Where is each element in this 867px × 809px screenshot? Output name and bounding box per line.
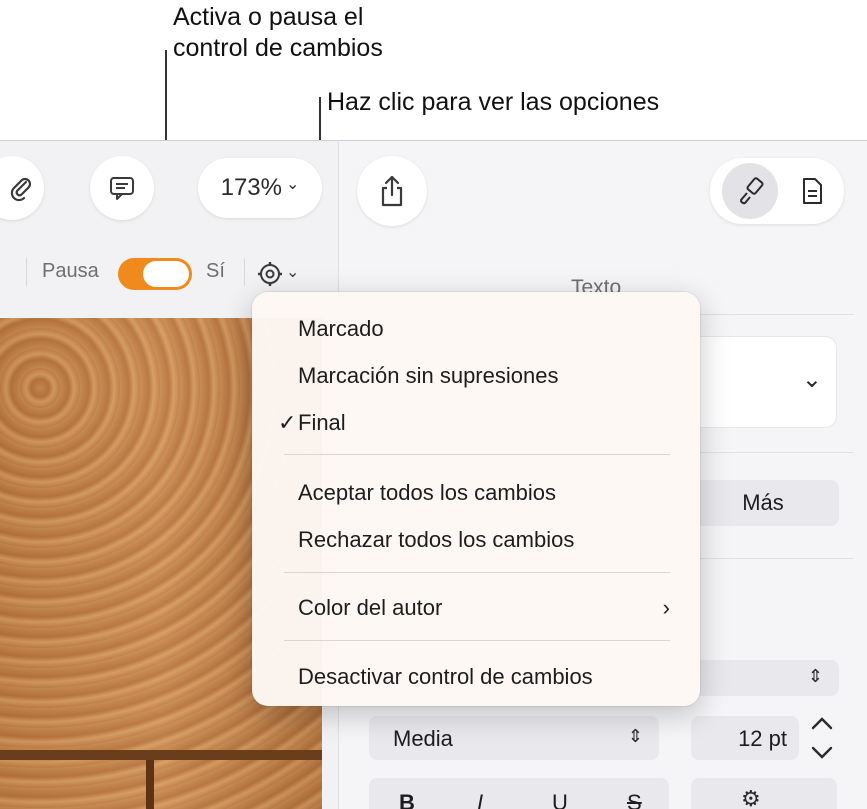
divider <box>244 258 245 286</box>
menu-item-markup-no-deletions[interactable]: Marcación sin supresiones <box>298 363 558 389</box>
callout-toggle: Activa o pausa el control de cambios <box>173 2 383 64</box>
stepper-chevrons-icon: ⇕ <box>807 666 823 686</box>
menu-item-turn-off-tracking[interactable]: Desactivar control de cambios <box>298 664 593 690</box>
menu-separator <box>284 572 670 573</box>
menu-separator <box>284 454 670 455</box>
callout-toggle-line1: Activa o pausa el <box>173 3 364 31</box>
chevron-down-icon: ⌄ <box>285 176 300 193</box>
stepper-icon <box>811 717 833 759</box>
text-options-button[interactable]: ⚙ <box>691 778 837 809</box>
chevron-down-icon: ⌄ <box>801 366 822 393</box>
menu-item-author-color[interactable]: Color del autor <box>298 595 442 621</box>
bold-button[interactable]: B <box>399 790 415 809</box>
pause-label: Pausa <box>42 260 99 282</box>
attach-button[interactable] <box>0 156 44 220</box>
menu-item-final[interactable]: Final <box>298 410 346 436</box>
gear-icon: ⚙ <box>741 786 761 809</box>
strikethrough-button[interactable]: S <box>627 790 642 809</box>
on-label: Sí <box>206 260 225 282</box>
checkmark-icon: ✓ <box>278 410 297 435</box>
comment-button[interactable] <box>90 156 154 220</box>
image-detail <box>0 750 322 760</box>
zoom-value: 173% <box>220 174 282 201</box>
toolbar-border <box>339 140 867 141</box>
italic-button[interactable]: I <box>477 790 483 809</box>
font-size-value: 12 pt <box>738 726 787 751</box>
font-size-field[interactable]: 12 pt <box>691 716 799 760</box>
menu-item-accept-all[interactable]: Aceptar todos los cambios <box>298 480 556 506</box>
track-changes-bar: Pausa Sí ⌄ <box>0 250 338 295</box>
zoom-button[interactable]: 173% ⌄ <box>198 158 322 218</box>
format-button[interactable] <box>722 163 778 219</box>
menu-item-reject-all[interactable]: Rechazar todos los cambios <box>298 527 574 553</box>
toggle-knob <box>143 261 189 287</box>
callout-toggle-line2: control de cambios <box>173 34 383 62</box>
more-button[interactable]: Más <box>687 480 839 526</box>
font-weight-value: Media <box>393 726 453 751</box>
chevron-down-icon: ⌄ <box>286 264 300 281</box>
inspector-switcher <box>710 158 844 224</box>
font-size-stepper[interactable] <box>807 712 837 764</box>
toolbar-border <box>0 140 338 141</box>
share-button[interactable] <box>357 156 427 226</box>
comment-icon <box>110 177 134 200</box>
image-detail <box>146 760 154 809</box>
track-changes-options-button[interactable]: ⌄ <box>256 260 299 288</box>
track-changes-menu: Marcado Marcación sin supresiones ✓ Fina… <box>252 292 700 706</box>
callout-options-text: Haz clic para ver las opciones <box>327 88 660 116</box>
paperclip-icon <box>10 177 32 202</box>
chevron-right-icon: › <box>662 595 670 620</box>
menu-item-marcado[interactable]: Marcado <box>298 316 384 342</box>
paintbrush-icon <box>740 177 764 205</box>
underline-button[interactable]: U <box>552 790 568 809</box>
stepper-chevrons-icon: ⇕ <box>627 726 643 746</box>
document-icon <box>803 178 822 204</box>
font-weight-popup[interactable]: Media ⇕ <box>369 716 659 760</box>
text-style-buttons: B I U S <box>369 778 669 809</box>
share-icon <box>381 175 403 207</box>
track-changes-toggle[interactable] <box>118 258 192 290</box>
menu-separator <box>284 640 670 641</box>
divider <box>26 258 27 286</box>
gear-icon <box>258 262 282 286</box>
callout-options: Haz clic para ver las opciones <box>327 87 659 118</box>
document-button[interactable] <box>792 163 832 219</box>
